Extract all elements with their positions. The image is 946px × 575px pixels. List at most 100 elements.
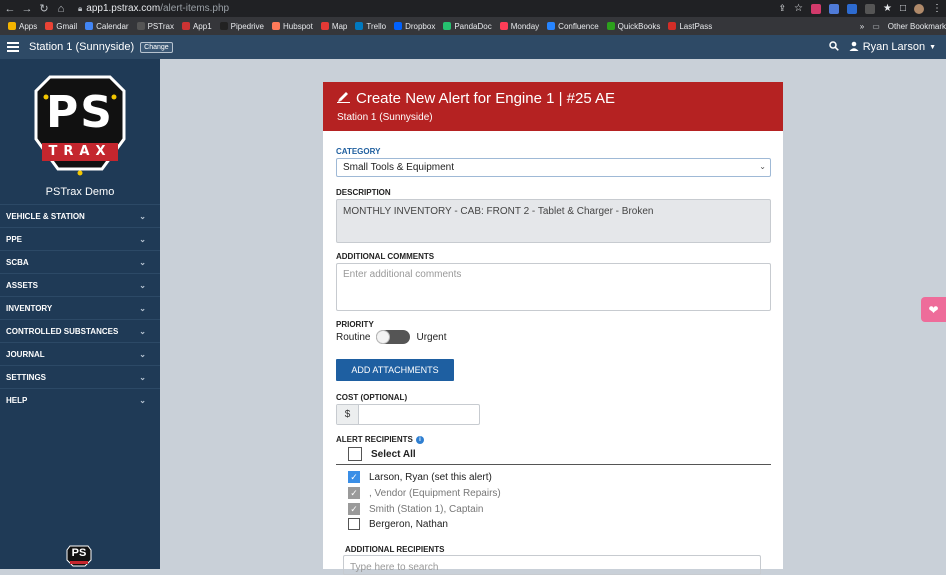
bookmark-favicon-icon: [136, 22, 145, 30]
bookmark-item[interactable]: App1: [181, 21, 212, 31]
bookmark-item[interactable]: Calendar: [85, 22, 129, 31]
priority-routine-label: Routine: [336, 331, 371, 343]
recipient-row[interactable]: ✓ Smith (Station 1), Captain: [348, 503, 484, 515]
priority-toggle-row: Routine Urgent: [336, 330, 446, 344]
logo-subtext: TRAX: [48, 144, 112, 159]
sidebar-item-label: INVENTORY: [6, 303, 53, 313]
sidebar-item-assets[interactable]: ASSETS ⌄: [0, 273, 160, 296]
share-icon[interactable]: ⇪: [778, 3, 786, 14]
search-icon[interactable]: [828, 40, 839, 54]
hamburger-icon[interactable]: [7, 42, 19, 52]
select-all-checkbox[interactable]: [348, 447, 362, 461]
sidebar-item-journal[interactable]: JOURNAL ⌄: [0, 342, 160, 365]
bookmark-favicon-icon: [8, 22, 16, 30]
form-title-text: Create New Alert for Engine 1 | #25 AE: [356, 90, 616, 107]
extension-icon[interactable]: [810, 3, 821, 14]
bookmark-favicon-icon: [219, 22, 228, 30]
recipient-row[interactable]: ✓ , Vendor (Equipment Repairs): [348, 487, 501, 499]
comments-textarea[interactable]: Enter additional comments: [336, 263, 771, 311]
small-logo-text: PS: [71, 547, 87, 559]
chevron-down-icon: ⌄: [139, 326, 146, 336]
puzzle-icon[interactable]: ★: [883, 3, 892, 14]
recipient-checkbox[interactable]: [348, 518, 360, 530]
sidebar-item-settings[interactable]: SETTINGS ⌄: [0, 365, 160, 388]
bookmark-item[interactable]: QuickBooks: [606, 22, 660, 31]
user-menu[interactable]: Ryan Larson ▼: [849, 41, 936, 54]
recipient-checkbox[interactable]: ✓: [348, 487, 360, 499]
home-icon[interactable]: ⌂: [54, 3, 68, 15]
recipient-row[interactable]: ✓ Larson, Ryan (set this alert): [348, 471, 492, 483]
caret-down-icon: ▼: [929, 43, 936, 51]
bookmark-item[interactable]: Pipedrive: [219, 21, 265, 31]
bookmark-label: App1: [192, 21, 212, 31]
bookmark-item[interactable]: Dropbox: [394, 22, 435, 31]
info-icon[interactable]: i: [415, 436, 424, 444]
bookmarks-more-icon[interactable]: »: [860, 22, 864, 31]
forward-icon[interactable]: →: [20, 3, 34, 15]
bookmark-item[interactable]: Map: [320, 22, 347, 31]
browser-extensions: ⇪ ☆ ★ □ ⋮: [778, 0, 942, 17]
cost-input[interactable]: [359, 405, 479, 424]
recipient-checkbox[interactable]: ✓: [348, 503, 360, 515]
extension-icon[interactable]: [846, 3, 857, 14]
recipient-row[interactable]: Bergeron, Nathan: [348, 518, 448, 530]
bookmark-favicon-icon: [606, 22, 615, 30]
bookmark-item[interactable]: Hubspot: [272, 22, 313, 31]
priority-label: PRIORITY: [336, 320, 374, 329]
profile-avatar[interactable]: [914, 3, 924, 14]
recipient-name: , Vendor (Equipment Repairs): [369, 487, 501, 499]
sidebar-item-inventory[interactable]: INVENTORY ⌄: [0, 296, 160, 319]
bookmark-favicon-icon: [181, 22, 190, 30]
browser-toolbar: ← → ↻ ⌂ 🔒︎ app1.pstrax.com/alert-items.p…: [0, 0, 946, 17]
bookmark-item[interactable]: PSTrax: [136, 22, 174, 31]
chevron-down-icon: ⌄: [139, 303, 146, 313]
category-value: Small Tools & Equipment: [343, 162, 454, 173]
other-bookmarks[interactable]: Other Bookmark: [888, 22, 946, 31]
address-bar[interactable]: 🔒︎ app1.pstrax.com/alert-items.php: [78, 3, 229, 14]
currency-prefix: $: [337, 405, 359, 424]
chevron-down-icon: ⌄: [139, 234, 146, 244]
bookmark-item[interactable]: Gmail: [45, 22, 77, 31]
category-select[interactable]: Small Tools & Equipment ⌄: [336, 158, 771, 177]
station-name: Station 1 (Sunnyside): [29, 41, 135, 53]
bookmark-item[interactable]: Monday: [499, 22, 539, 31]
category-label: CATEGORY: [336, 147, 381, 156]
select-all-row[interactable]: Select All: [348, 447, 416, 461]
bookmark-item[interactable]: LastPass: [668, 22, 712, 31]
pstrax-small-logo: PS: [66, 545, 92, 567]
extension-icon[interactable]: [828, 3, 839, 14]
bookmark-item[interactable]: Confluence: [547, 22, 599, 31]
bookmarks-overflow: » ▭ Other Bookmark: [853, 17, 946, 35]
sidebar-item-ppe[interactable]: PPE ⌄: [0, 227, 160, 250]
reload-icon[interactable]: ↻: [37, 2, 51, 15]
back-icon[interactable]: ←: [3, 3, 17, 15]
recipient-checkbox[interactable]: ✓: [348, 471, 360, 483]
sidebar-item-scba[interactable]: SCBA ⌄: [0, 250, 160, 273]
bookmark-label: Apps: [19, 21, 38, 31]
priority-toggle[interactable]: [376, 330, 411, 344]
bookmark-item[interactable]: Trello: [355, 22, 386, 31]
sidebar-item-controlled-substances[interactable]: CONTROLLED SUBSTANCES ⌄: [0, 319, 160, 342]
feedback-heart-button[interactable]: ❤: [921, 297, 946, 322]
sidebar-item-vehicle-station[interactable]: VEHICLE & STATION ⌄: [0, 204, 160, 227]
star-icon[interactable]: ☆: [794, 3, 803, 14]
chevron-down-icon: ⌄: [139, 257, 146, 267]
bookmark-item[interactable]: PandaDoc: [443, 21, 492, 31]
sidebar-item-help[interactable]: HELP ⌄: [0, 388, 160, 411]
add-attachments-button[interactable]: ADD ATTACHMENTS: [336, 359, 454, 381]
bookmark-label: Pipedrive: [230, 21, 265, 31]
bookmark-label: PandaDoc: [454, 21, 492, 31]
pstrax-logo: PS TRAX: [32, 69, 128, 179]
additional-recipients-label: ADDITIONAL RECIPIENTS: [345, 545, 445, 554]
bookmark-favicon-icon: [320, 22, 329, 30]
change-station-button[interactable]: Change: [140, 41, 173, 53]
select-all-label: Select All: [371, 448, 416, 460]
bookmark-favicon-icon: [499, 22, 508, 30]
bookmark-item[interactable]: Apps: [8, 22, 37, 31]
lock-icon: 🔒︎: [78, 3, 83, 13]
recipient-search-input[interactable]: Type here to search: [343, 555, 761, 575]
menu-icon[interactable]: ⋮: [932, 3, 942, 14]
sidebar-item-label: VEHICLE & STATION: [6, 211, 85, 221]
sidebar-toggle-icon[interactable]: □: [900, 3, 906, 14]
extension-icon[interactable]: [864, 3, 875, 14]
